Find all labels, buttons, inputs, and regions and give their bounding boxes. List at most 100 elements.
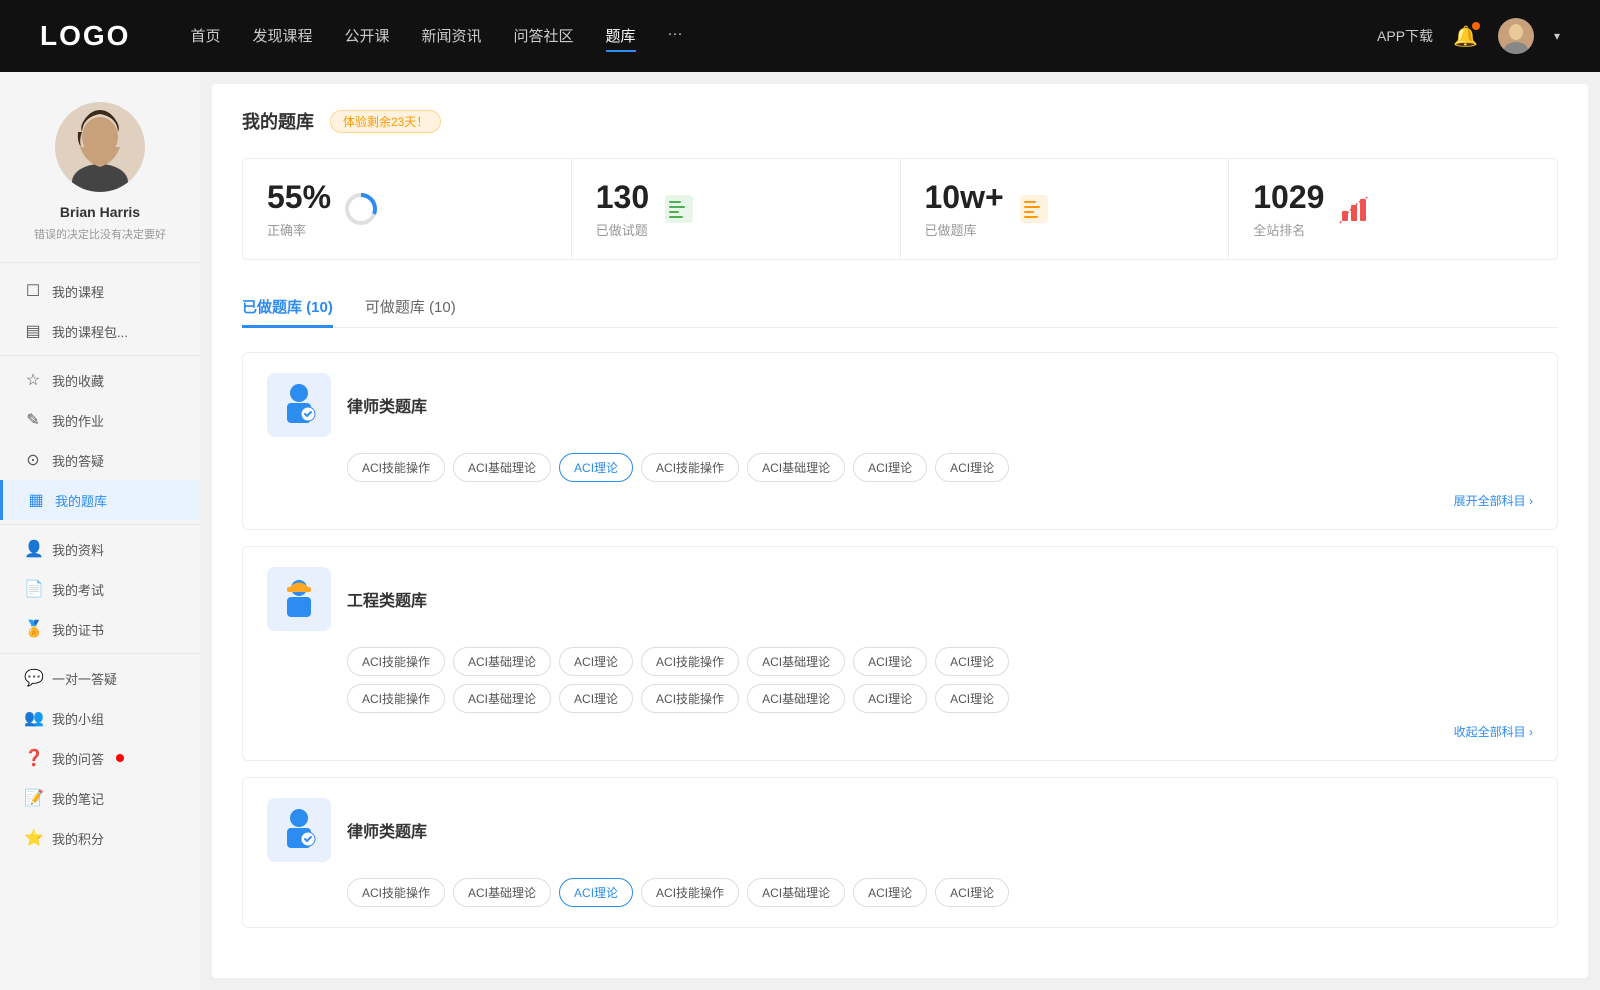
tag-3-2[interactable]: ACI理论 [559,878,633,907]
list-orange-icon [1018,193,1050,225]
tag-2-7[interactable]: ACI技能操作 [347,684,445,713]
bank-card-tags-3: ACI技能操作 ACI基础理论 ACI理论 ACI技能操作 ACI基础理论 AC… [267,878,1533,907]
profile-avatar [55,102,145,192]
packages-icon: ▤ [24,321,42,341]
list-green-icon [663,193,695,225]
engineer-icon [267,567,331,631]
avatar-img [1498,18,1534,54]
stat-rank-icon [1336,191,1372,227]
bank-expand-1[interactable]: 展开全部科目 › [267,492,1533,509]
notification-dot [1472,22,1480,30]
sidebar-item-certificates[interactable]: 🏅 我的证书 [0,609,200,649]
tag-2-2[interactable]: ACI理论 [559,647,633,676]
notification-bell[interactable]: 🔔 [1453,24,1478,49]
sidebar-item-homework[interactable]: ✎ 我的作业 [0,400,200,440]
sidebar-item-tutoring[interactable]: 💬 一对一答疑 [0,658,200,698]
stat-rank-value: 1029 [1253,179,1324,216]
sidebar-divider-2 [0,524,200,525]
stat-done-questions-label: 已做试题 [596,220,649,239]
sidebar-item-label: 我的课程包... [52,322,128,341]
sidebar-item-label: 我的答疑 [52,451,104,470]
bank-expand-2[interactable]: 收起全部科目 › [267,723,1533,740]
tag-3-0[interactable]: ACI技能操作 [347,878,445,907]
tag-1-1[interactable]: ACI基础理论 [453,453,551,482]
homework-icon: ✎ [24,410,42,430]
groups-icon: 👥 [24,708,42,728]
nav-link-news[interactable]: 新闻资讯 [422,21,482,52]
tag-2-4[interactable]: ACI基础理论 [747,647,845,676]
bank-card-engineer: 工程类题库 ACI技能操作 ACI基础理论 ACI理论 ACI技能操作 ACI基… [242,546,1558,761]
bank-card-tags-2-row2: ACI技能操作 ACI基础理论 ACI理论 ACI技能操作 ACI基础理论 AC… [267,684,1533,713]
tab-done-banks[interactable]: 已做题库 (10) [242,288,333,328]
stat-done-banks-label: 已做题库 [925,220,1004,239]
nav-link-courses[interactable]: 发现课程 [252,21,312,52]
sidebar-item-favorites[interactable]: ☆ 我的收藏 [0,360,200,400]
stat-done-banks-value: 10w+ [925,179,1004,216]
tag-1-6[interactable]: ACI理论 [935,453,1009,482]
stat-accuracy-text: 55% 正确率 [267,179,331,239]
sidebar-item-exams[interactable]: 📄 我的考试 [0,569,200,609]
tag-1-5[interactable]: ACI理论 [853,453,927,482]
tag-2-9[interactable]: ACI理论 [559,684,633,713]
nav-link-open[interactable]: 公开课 [344,21,389,52]
sidebar-item-groups[interactable]: 👥 我的小组 [0,698,200,738]
tag-3-5[interactable]: ACI理论 [853,878,927,907]
tag-1-0[interactable]: ACI技能操作 [347,453,445,482]
sidebar-item-label: 我的资料 [52,540,104,559]
profile-icon: 👤 [24,539,42,559]
sidebar-item-my-qa[interactable]: ❓ 我的问答 [0,738,200,778]
nav-link-home[interactable]: 首页 [190,21,220,52]
bank-card-title-2: 工程类题库 [347,587,427,611]
stat-done-banks-text: 10w+ 已做题库 [925,179,1004,239]
exams-icon: 📄 [24,579,42,599]
sidebar-item-notes[interactable]: 📝 我的笔记 [0,778,200,818]
sidebar-item-profile[interactable]: 👤 我的资料 [0,529,200,569]
tag-2-3[interactable]: ACI技能操作 [641,647,739,676]
sidebar-item-label: 我的作业 [52,411,104,430]
sidebar: Brian Harris 错误的决定比没有决定要好 ☐ 我的课程 ▤ 我的课程包… [0,72,200,990]
tag-1-3[interactable]: ACI技能操作 [641,453,739,482]
sidebar-item-label: 我的考试 [52,580,104,599]
sidebar-item-label: 我的积分 [52,829,104,848]
sidebar-item-course-packages[interactable]: ▤ 我的课程包... [0,311,200,351]
tag-2-6[interactable]: ACI理论 [935,647,1009,676]
tag-3-1[interactable]: ACI基础理论 [453,878,551,907]
nav-link-bank[interactable]: 题库 [606,21,636,52]
tag-2-12[interactable]: ACI理论 [853,684,927,713]
tag-2-8[interactable]: ACI基础理论 [453,684,551,713]
sidebar-profile: Brian Harris 错误的决定比没有决定要好 [0,72,200,263]
main-header: 我的题库 体验剩余23天！ [242,108,1558,134]
sidebar-item-my-courses[interactable]: ☐ 我的课程 [0,271,200,311]
tag-3-6[interactable]: ACI理论 [935,878,1009,907]
tag-2-5[interactable]: ACI理论 [853,647,927,676]
layout: Brian Harris 错误的决定比没有决定要好 ☐ 我的课程 ▤ 我的课程包… [0,72,1600,990]
bank-card-title-3: 律师类题库 [347,818,427,842]
tabs: 已做题库 (10) 可做题库 (10) [242,288,1558,328]
sidebar-item-points[interactable]: ⭐ 我的积分 [0,818,200,858]
sidebar-item-questions[interactable]: ⊙ 我的答疑 [0,440,200,480]
sidebar-item-question-bank[interactable]: ▦ 我的题库 [0,480,200,520]
nav-right: APP下载 🔔 ▾ [1377,18,1560,54]
tag-2-1[interactable]: ACI基础理论 [453,647,551,676]
user-avatar[interactable] [1498,18,1534,54]
tag-2-0[interactable]: ACI技能操作 [347,647,445,676]
points-icon: ⭐ [24,828,42,848]
tag-1-2[interactable]: ACI理论 [559,453,633,482]
nav-link-more[interactable]: ··· [668,21,683,52]
sidebar-username: Brian Harris [60,204,140,220]
bank-icon: ▦ [27,490,45,510]
bar-chart-icon [1338,193,1370,225]
navbar: LOGO 首页 发现课程 公开课 新闻资讯 问答社区 题库 ··· APP下载 … [0,0,1600,72]
tag-3-3[interactable]: ACI技能操作 [641,878,739,907]
sidebar-divider-1 [0,355,200,356]
user-menu-chevron[interactable]: ▾ [1554,29,1560,43]
tag-2-11[interactable]: ACI基础理论 [747,684,845,713]
tag-2-13[interactable]: ACI理论 [935,684,1009,713]
tag-2-10[interactable]: ACI技能操作 [641,684,739,713]
tab-available-banks[interactable]: 可做题库 (10) [365,288,456,328]
app-download-button[interactable]: APP下载 [1377,26,1433,46]
tag-3-4[interactable]: ACI基础理论 [747,878,845,907]
sidebar-menu: ☐ 我的课程 ▤ 我的课程包... ☆ 我的收藏 ✎ 我的作业 ⊙ 我的答疑 ▦ [0,263,200,866]
nav-link-qa[interactable]: 问答社区 [514,21,574,52]
tag-1-4[interactable]: ACI基础理论 [747,453,845,482]
